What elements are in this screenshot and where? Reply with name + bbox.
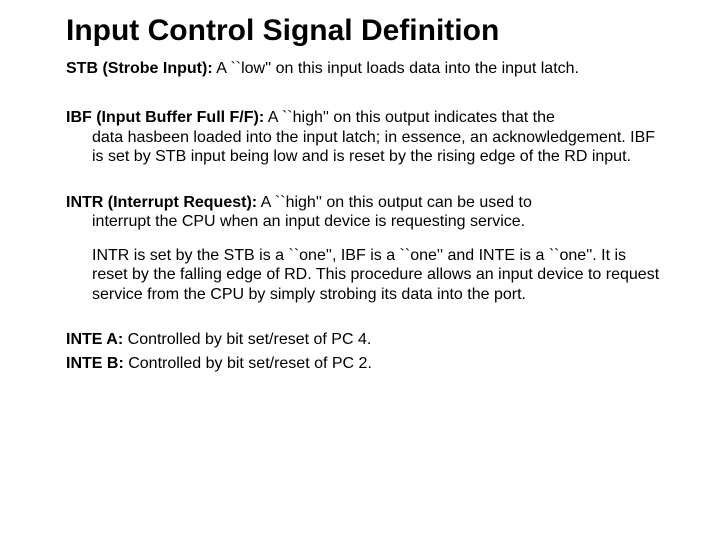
page-title: Input Control Signal Definition — [66, 14, 660, 49]
definition-text: Controlled by bit set/reset of PC 4. — [123, 331, 371, 348]
signal-name-intr: INTR (Interrupt Request): — [66, 194, 257, 211]
definition-ibf: IBF (Input Buffer Full F/F): A ``high'' … — [66, 108, 660, 167]
definition-text-cont: interrupt the CPU when an input device i… — [66, 212, 660, 232]
definition-inte-b: INTE B: Controlled by bit set/reset of P… — [66, 354, 660, 374]
definition-text: A ``low'' on this input loads data into … — [213, 60, 579, 77]
definition-intr: INTR (Interrupt Request): A ``high'' on … — [66, 193, 660, 232]
definition-text: A ``high'' on this output can be used to — [257, 194, 532, 211]
slide: Input Control Signal Definition STB (Str… — [0, 0, 720, 540]
definition-intr-detail: INTR is set by the STB is a ``one'', IBF… — [66, 246, 660, 305]
definition-inte-a: INTE A: Controlled by bit set/reset of P… — [66, 330, 660, 350]
definition-text: Controlled by bit set/reset of PC 2. — [124, 355, 372, 372]
signal-name-inte-b: INTE B: — [66, 355, 124, 372]
definition-text: A ``high'' on this output indicates that… — [264, 109, 555, 126]
signal-name-ibf: IBF (Input Buffer Full F/F): — [66, 109, 264, 126]
signal-name-stb: STB (Strobe Input): — [66, 60, 213, 77]
definition-stb: STB (Strobe Input): A ``low'' on this in… — [66, 59, 660, 79]
signal-name-inte-a: INTE A: — [66, 331, 123, 348]
definition-text-cont: data hasbeen loaded into the input latch… — [66, 128, 660, 167]
